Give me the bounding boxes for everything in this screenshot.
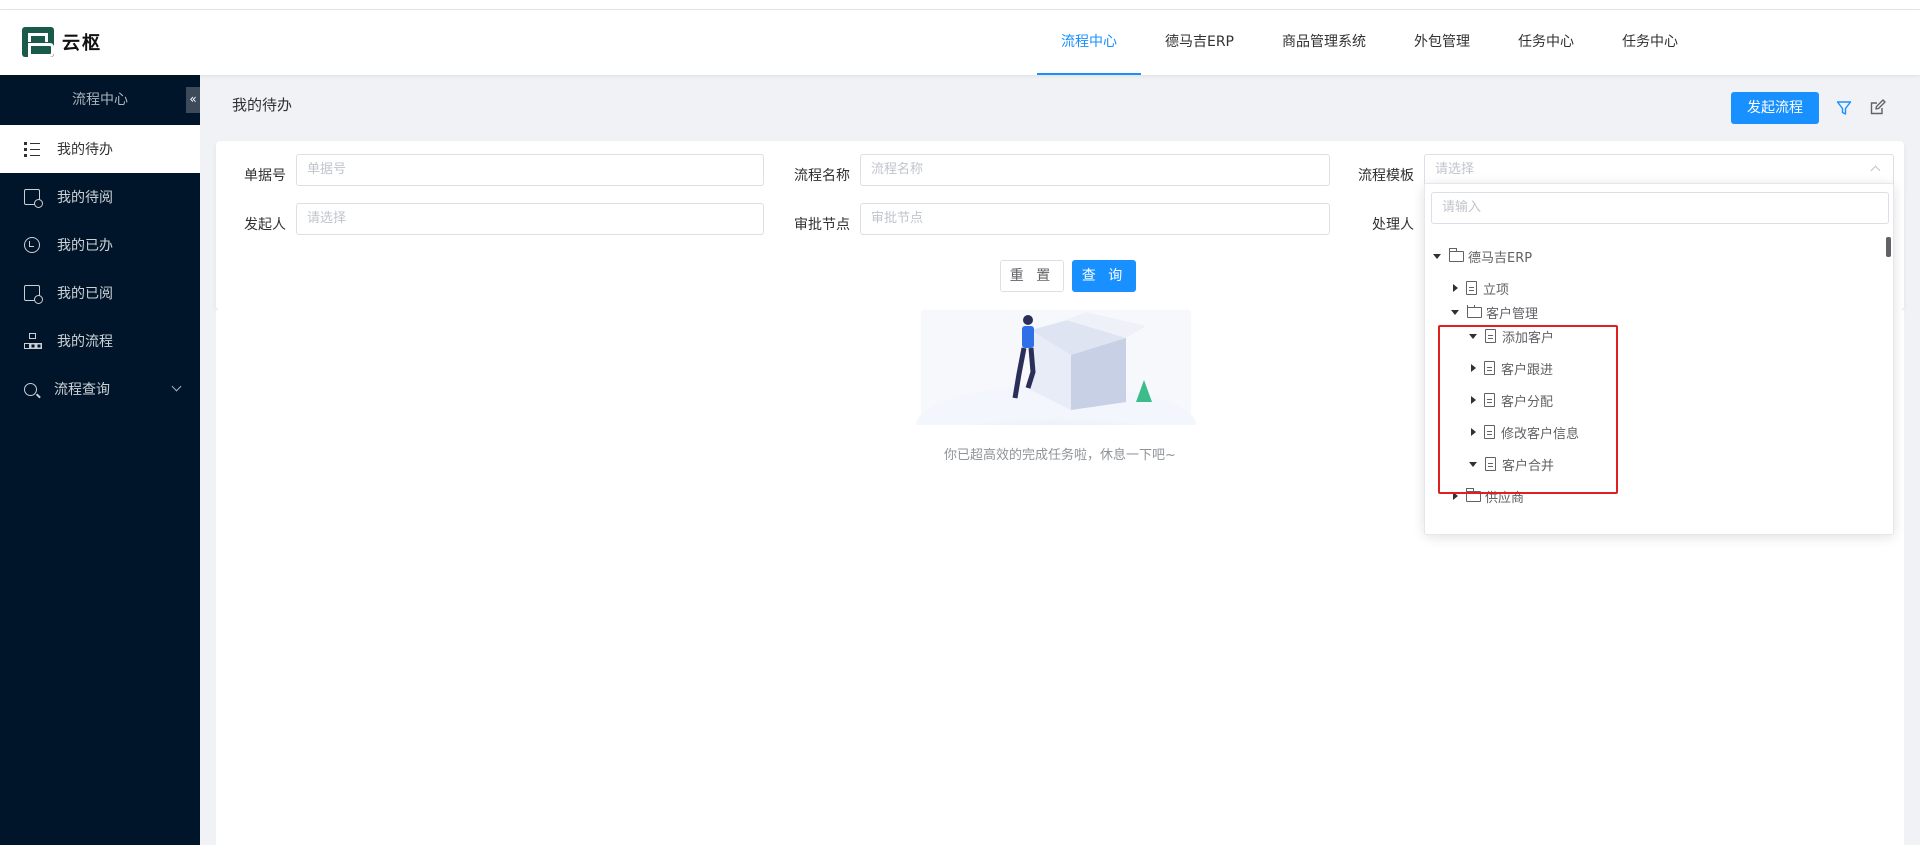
tree-node-root[interactable]: 德马吉ERP xyxy=(1433,243,1532,269)
tree-node-label: 客户管理 xyxy=(1486,306,1539,320)
sidebar-title-text: 流程中心 xyxy=(72,92,128,108)
folder-icon xyxy=(1467,305,1482,318)
search-icon xyxy=(24,382,37,396)
caret-right-icon[interactable] xyxy=(1453,284,1458,292)
top-header: 云枢 流程中心 德马吉ERP 商品管理系统 外包管理 任务中心 任务中心 xyxy=(0,10,1920,75)
folder-icon xyxy=(1449,247,1464,262)
doc-no-label: 单据号 xyxy=(244,168,286,184)
logo-text: 云枢 xyxy=(62,33,102,54)
empty-state-illustration xyxy=(916,310,1196,425)
tree-node-customer-mgmt[interactable]: 客户管理 xyxy=(1451,305,1538,319)
nav-item-process-center[interactable]: 流程中心 xyxy=(1036,10,1141,75)
sidebar-item-label: 流程查询 xyxy=(54,382,110,398)
flow-template-label: 流程模板 xyxy=(1358,168,1414,184)
chevron-up-icon xyxy=(1870,165,1881,176)
tree-node-label: 立项 xyxy=(1483,282,1510,298)
logo-mark-icon xyxy=(22,27,54,57)
sidebar-item-my-to-read[interactable]: 我的待阅 xyxy=(0,173,200,221)
sidebar-item-my-process[interactable]: 我的流程 xyxy=(0,317,200,365)
window-top-strip xyxy=(0,0,1920,10)
approval-node-label: 审批节点 xyxy=(794,217,850,233)
annotation-highlight-box xyxy=(1438,325,1618,494)
page-title: 我的待办 xyxy=(232,96,293,114)
flow-name-input[interactable]: 流程名称 xyxy=(860,154,1330,186)
query-button[interactable]: 查 询 xyxy=(1072,260,1136,292)
caret-down-icon[interactable] xyxy=(1451,309,1459,315)
nav-item-erp[interactable]: 德马吉ERP xyxy=(1141,10,1258,75)
flow-name-label: 流程名称 xyxy=(794,168,850,184)
nav-item-outsourcing[interactable]: 外包管理 xyxy=(1390,10,1494,75)
collapse-sidebar-button[interactable]: « xyxy=(186,87,200,113)
list-icon xyxy=(24,141,40,157)
file-icon xyxy=(1466,281,1477,295)
sidebar-item-label: 我的已阅 xyxy=(57,286,113,302)
doc-no-input[interactable]: 单据号 xyxy=(296,154,764,186)
dropdown-scrollbar[interactable] xyxy=(1886,237,1891,257)
sidebar-item-label: 我的已办 xyxy=(57,238,113,254)
clock-check-icon xyxy=(24,237,40,253)
reset-button[interactable]: 重 置 xyxy=(1000,260,1064,292)
nav-item-product-mgmt[interactable]: 商品管理系统 xyxy=(1258,10,1390,75)
sidebar: 流程中心 « 我的待办 我的待阅 我的已办 我的已阅 我的流程 流程查询 xyxy=(0,75,200,845)
app-logo[interactable]: 云枢 xyxy=(22,27,102,57)
sidebar-item-my-todo[interactable]: 我的待办 xyxy=(0,125,200,173)
edit-icon[interactable] xyxy=(1870,99,1886,115)
sidebar-item-label: 我的待办 xyxy=(57,142,113,158)
initiator-label: 发起人 xyxy=(244,217,286,233)
doc-search-icon xyxy=(24,285,43,304)
sidebar-item-label: 我的待阅 xyxy=(57,190,113,206)
tree-node-project[interactable]: 立项 xyxy=(1451,275,1509,301)
handler-label: 处理人 xyxy=(1372,217,1414,233)
sidebar-item-process-query[interactable]: 流程查询 xyxy=(0,365,200,413)
nav-item-task-center[interactable]: 任务中心 xyxy=(1494,10,1598,75)
dropdown-search-input[interactable]: 请输入 xyxy=(1431,192,1889,224)
chevron-down-icon xyxy=(171,381,182,392)
doc-search-icon xyxy=(24,189,43,208)
filter-icon[interactable] xyxy=(1836,100,1852,116)
approval-node-input[interactable]: 审批节点 xyxy=(860,203,1330,235)
caret-down-icon[interactable] xyxy=(1433,253,1441,259)
sidebar-item-label: 我的流程 xyxy=(57,334,113,350)
tree-node-label: 德马吉ERP xyxy=(1468,250,1533,266)
sidebar-title: 流程中心 « xyxy=(0,75,200,125)
nav-item-task-center-2[interactable]: 任务中心 xyxy=(1598,10,1702,75)
flow-template-placeholder: 请选择 xyxy=(1435,162,1475,177)
flow-template-select[interactable]: 请选择 xyxy=(1424,154,1894,186)
sidebar-item-my-done[interactable]: 我的已办 xyxy=(0,221,200,269)
initiator-select[interactable]: 请选择 xyxy=(296,203,764,235)
sidebar-item-my-read[interactable]: 我的已阅 xyxy=(0,269,200,317)
start-process-button[interactable]: 发起流程 xyxy=(1731,92,1819,124)
org-chart-icon xyxy=(24,333,40,349)
top-nav: 流程中心 德马吉ERP 商品管理系统 外包管理 任务中心 任务中心 xyxy=(1036,10,1702,75)
